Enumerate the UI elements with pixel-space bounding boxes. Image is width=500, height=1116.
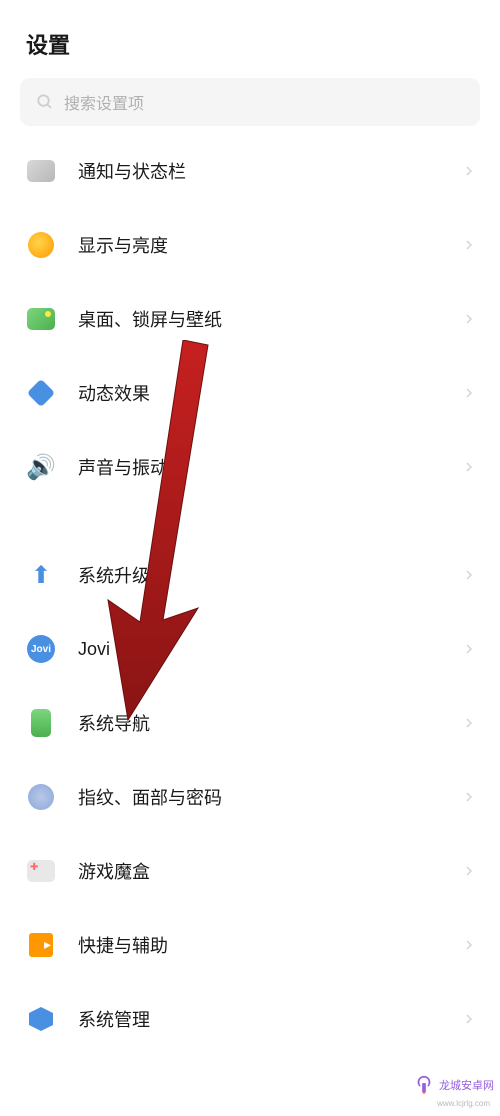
item-label: 显示与亮度 bbox=[78, 232, 464, 258]
item-wallpaper[interactable]: 桌面、锁屏与壁纸 bbox=[0, 282, 500, 356]
chevron-right-icon bbox=[464, 388, 474, 398]
item-label: 游戏魔盒 bbox=[78, 858, 464, 884]
item-navigation[interactable]: 系统导航 bbox=[0, 686, 500, 760]
watermark: 龙城安卓网 bbox=[413, 1074, 494, 1096]
display-icon bbox=[26, 230, 56, 260]
shortcut-icon bbox=[26, 930, 56, 960]
gamebox-icon bbox=[26, 856, 56, 886]
search-placeholder: 搜索设置项 bbox=[64, 90, 144, 114]
item-label: 通知与状态栏 bbox=[78, 158, 464, 184]
item-label: 声音与振动 bbox=[78, 454, 464, 480]
chevron-right-icon bbox=[464, 866, 474, 876]
system-icon bbox=[26, 1004, 56, 1034]
watermark-icon bbox=[413, 1074, 435, 1096]
item-shortcut[interactable]: 快捷与辅助 bbox=[0, 908, 500, 982]
settings-list: 通知与状态栏 显示与亮度 桌面、锁屏与壁纸 动态效果 🔊 声音与振动 ⬆ 系统升… bbox=[0, 134, 500, 1056]
item-upgrade[interactable]: ⬆ 系统升级 bbox=[0, 538, 500, 612]
page-header: 设置 bbox=[0, 0, 500, 78]
item-fingerprint[interactable]: 指纹、面部与密码 bbox=[0, 760, 500, 834]
wallpaper-icon bbox=[26, 304, 56, 334]
notification-icon bbox=[26, 156, 56, 186]
item-label: 系统导航 bbox=[78, 710, 464, 736]
chevron-right-icon bbox=[464, 570, 474, 580]
item-sound[interactable]: 🔊 声音与振动 bbox=[0, 430, 500, 504]
item-system[interactable]: 系统管理 bbox=[0, 982, 500, 1056]
chevron-right-icon bbox=[464, 940, 474, 950]
sound-icon: 🔊 bbox=[26, 452, 56, 482]
search-input[interactable]: 搜索设置项 bbox=[20, 78, 480, 126]
fingerprint-icon bbox=[26, 782, 56, 812]
item-label: 指纹、面部与密码 bbox=[78, 784, 464, 810]
item-gamebox[interactable]: 游戏魔盒 bbox=[0, 834, 500, 908]
item-jovi[interactable]: Jovi Jovi bbox=[0, 612, 500, 686]
chevron-right-icon bbox=[464, 718, 474, 728]
item-label: Jovi bbox=[78, 639, 464, 660]
chevron-right-icon bbox=[464, 792, 474, 802]
watermark-url: www.lcjrlg.com bbox=[437, 1099, 490, 1108]
chevron-right-icon bbox=[464, 240, 474, 250]
item-label: 桌面、锁屏与壁纸 bbox=[78, 306, 464, 332]
jovi-icon: Jovi bbox=[26, 634, 56, 664]
upgrade-icon: ⬆ bbox=[26, 560, 56, 590]
page-title: 设置 bbox=[26, 28, 474, 60]
dynamic-icon bbox=[26, 378, 56, 408]
item-label: 系统升级 bbox=[78, 562, 464, 588]
item-label: 动态效果 bbox=[78, 380, 464, 406]
item-notification[interactable]: 通知与状态栏 bbox=[0, 134, 500, 208]
chevron-right-icon bbox=[464, 314, 474, 324]
item-display[interactable]: 显示与亮度 bbox=[0, 208, 500, 282]
chevron-right-icon bbox=[464, 166, 474, 176]
item-label: 系统管理 bbox=[78, 1006, 464, 1032]
search-icon bbox=[36, 93, 54, 111]
item-label: 快捷与辅助 bbox=[78, 932, 464, 958]
chevron-right-icon bbox=[464, 1014, 474, 1024]
group-divider bbox=[0, 504, 500, 538]
navigation-icon bbox=[26, 708, 56, 738]
chevron-right-icon bbox=[464, 462, 474, 472]
watermark-text: 龙城安卓网 bbox=[439, 1077, 494, 1093]
item-dynamic[interactable]: 动态效果 bbox=[0, 356, 500, 430]
chevron-right-icon bbox=[464, 644, 474, 654]
